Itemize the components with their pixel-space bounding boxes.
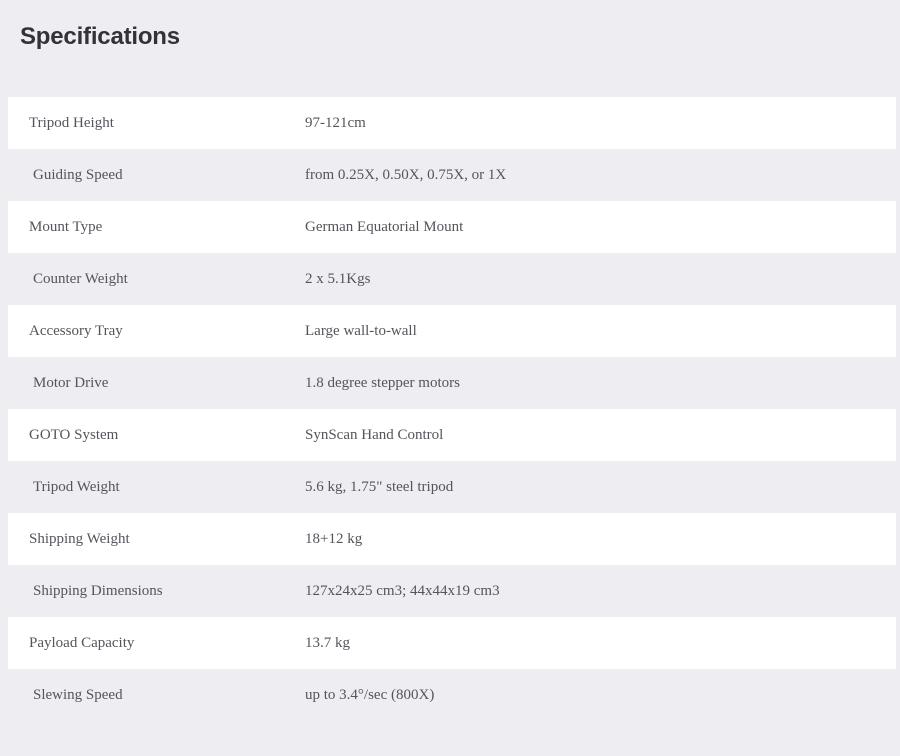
spec-value: German Equatorial Mount (305, 219, 464, 235)
table-row: Mount Type German Equatorial Mount (0, 201, 896, 253)
spec-value: 18+12 kg (305, 531, 363, 547)
table-row: Accessory Tray Large wall-to-wall (0, 305, 896, 357)
specifications-table: Tripod Height 97-121cm Guiding Speed from 0… (0, 97, 900, 721)
spec-label: Guiding Speed (33, 167, 123, 183)
spec-label: GOTO System (0, 409, 305, 461)
page-title: Specifications (20, 23, 180, 50)
spec-label: Payload Capacity (0, 617, 305, 669)
table-row: Counter Weight 2 x 5.1Kgs (4, 253, 896, 305)
spec-value: up to 3.4°/sec (800X) (305, 687, 435, 703)
spec-value: Large wall-to-wall (305, 323, 417, 339)
table-row: Motor Drive 1.8 degree stepper motors (4, 357, 896, 409)
table-row: Payload Capacity 13.7 kg (0, 617, 896, 669)
spec-value: 97-121cm (305, 115, 366, 131)
spec-value: from 0.25X, 0.50X, 0.75X, or 1X (305, 167, 507, 183)
spec-label: Tripod Weight (33, 479, 120, 495)
specifications-table-body: Tripod Height 97-121cm Guiding Speed from 0… (0, 97, 896, 721)
spec-label: Counter Weight (33, 271, 128, 287)
spec-value: 2 x 5.1Kgs (305, 271, 371, 287)
spec-value: 5.6 kg, 1.75" steel tripod (305, 479, 454, 495)
spec-value: 127x24x25 cm3; 44x44x19 cm3 (305, 583, 500, 599)
spec-value: SynScan Hand Control (305, 427, 444, 443)
table-row: Tripod Height 97-121cm (0, 97, 896, 149)
spec-label: Shipping Weight (0, 513, 305, 565)
spec-label: Slewing Speed (33, 687, 123, 703)
table-row: Shipping Dimensions 127x24x25 cm3; 44x44x… (4, 565, 896, 617)
table-row: GOTO System SynScan Hand Control (0, 409, 896, 461)
spec-label: Accessory Tray (0, 305, 305, 357)
table-row: Shipping Weight 18+12 kg (0, 513, 896, 565)
table-row: Slewing Speed up to 3.4°/sec (800X) (4, 669, 896, 721)
table-row: Tripod Weight 5.6 kg, 1.75" steel tripod (4, 461, 896, 513)
spec-label: Motor Drive (33, 375, 109, 391)
spec-label: Mount Type (0, 201, 305, 253)
spec-value: 13.7 kg (305, 635, 350, 651)
table-row: Guiding Speed from 0.25X, 0.50X, 0.75X, o… (4, 149, 896, 201)
specifications-page: Specifications Tripod Height 97-121cm Guid… (0, 0, 900, 756)
spec-label: Tripod Height (0, 97, 305, 149)
spec-value: 1.8 degree stepper motors (305, 375, 460, 391)
spec-label: Shipping Dimensions (33, 583, 163, 599)
